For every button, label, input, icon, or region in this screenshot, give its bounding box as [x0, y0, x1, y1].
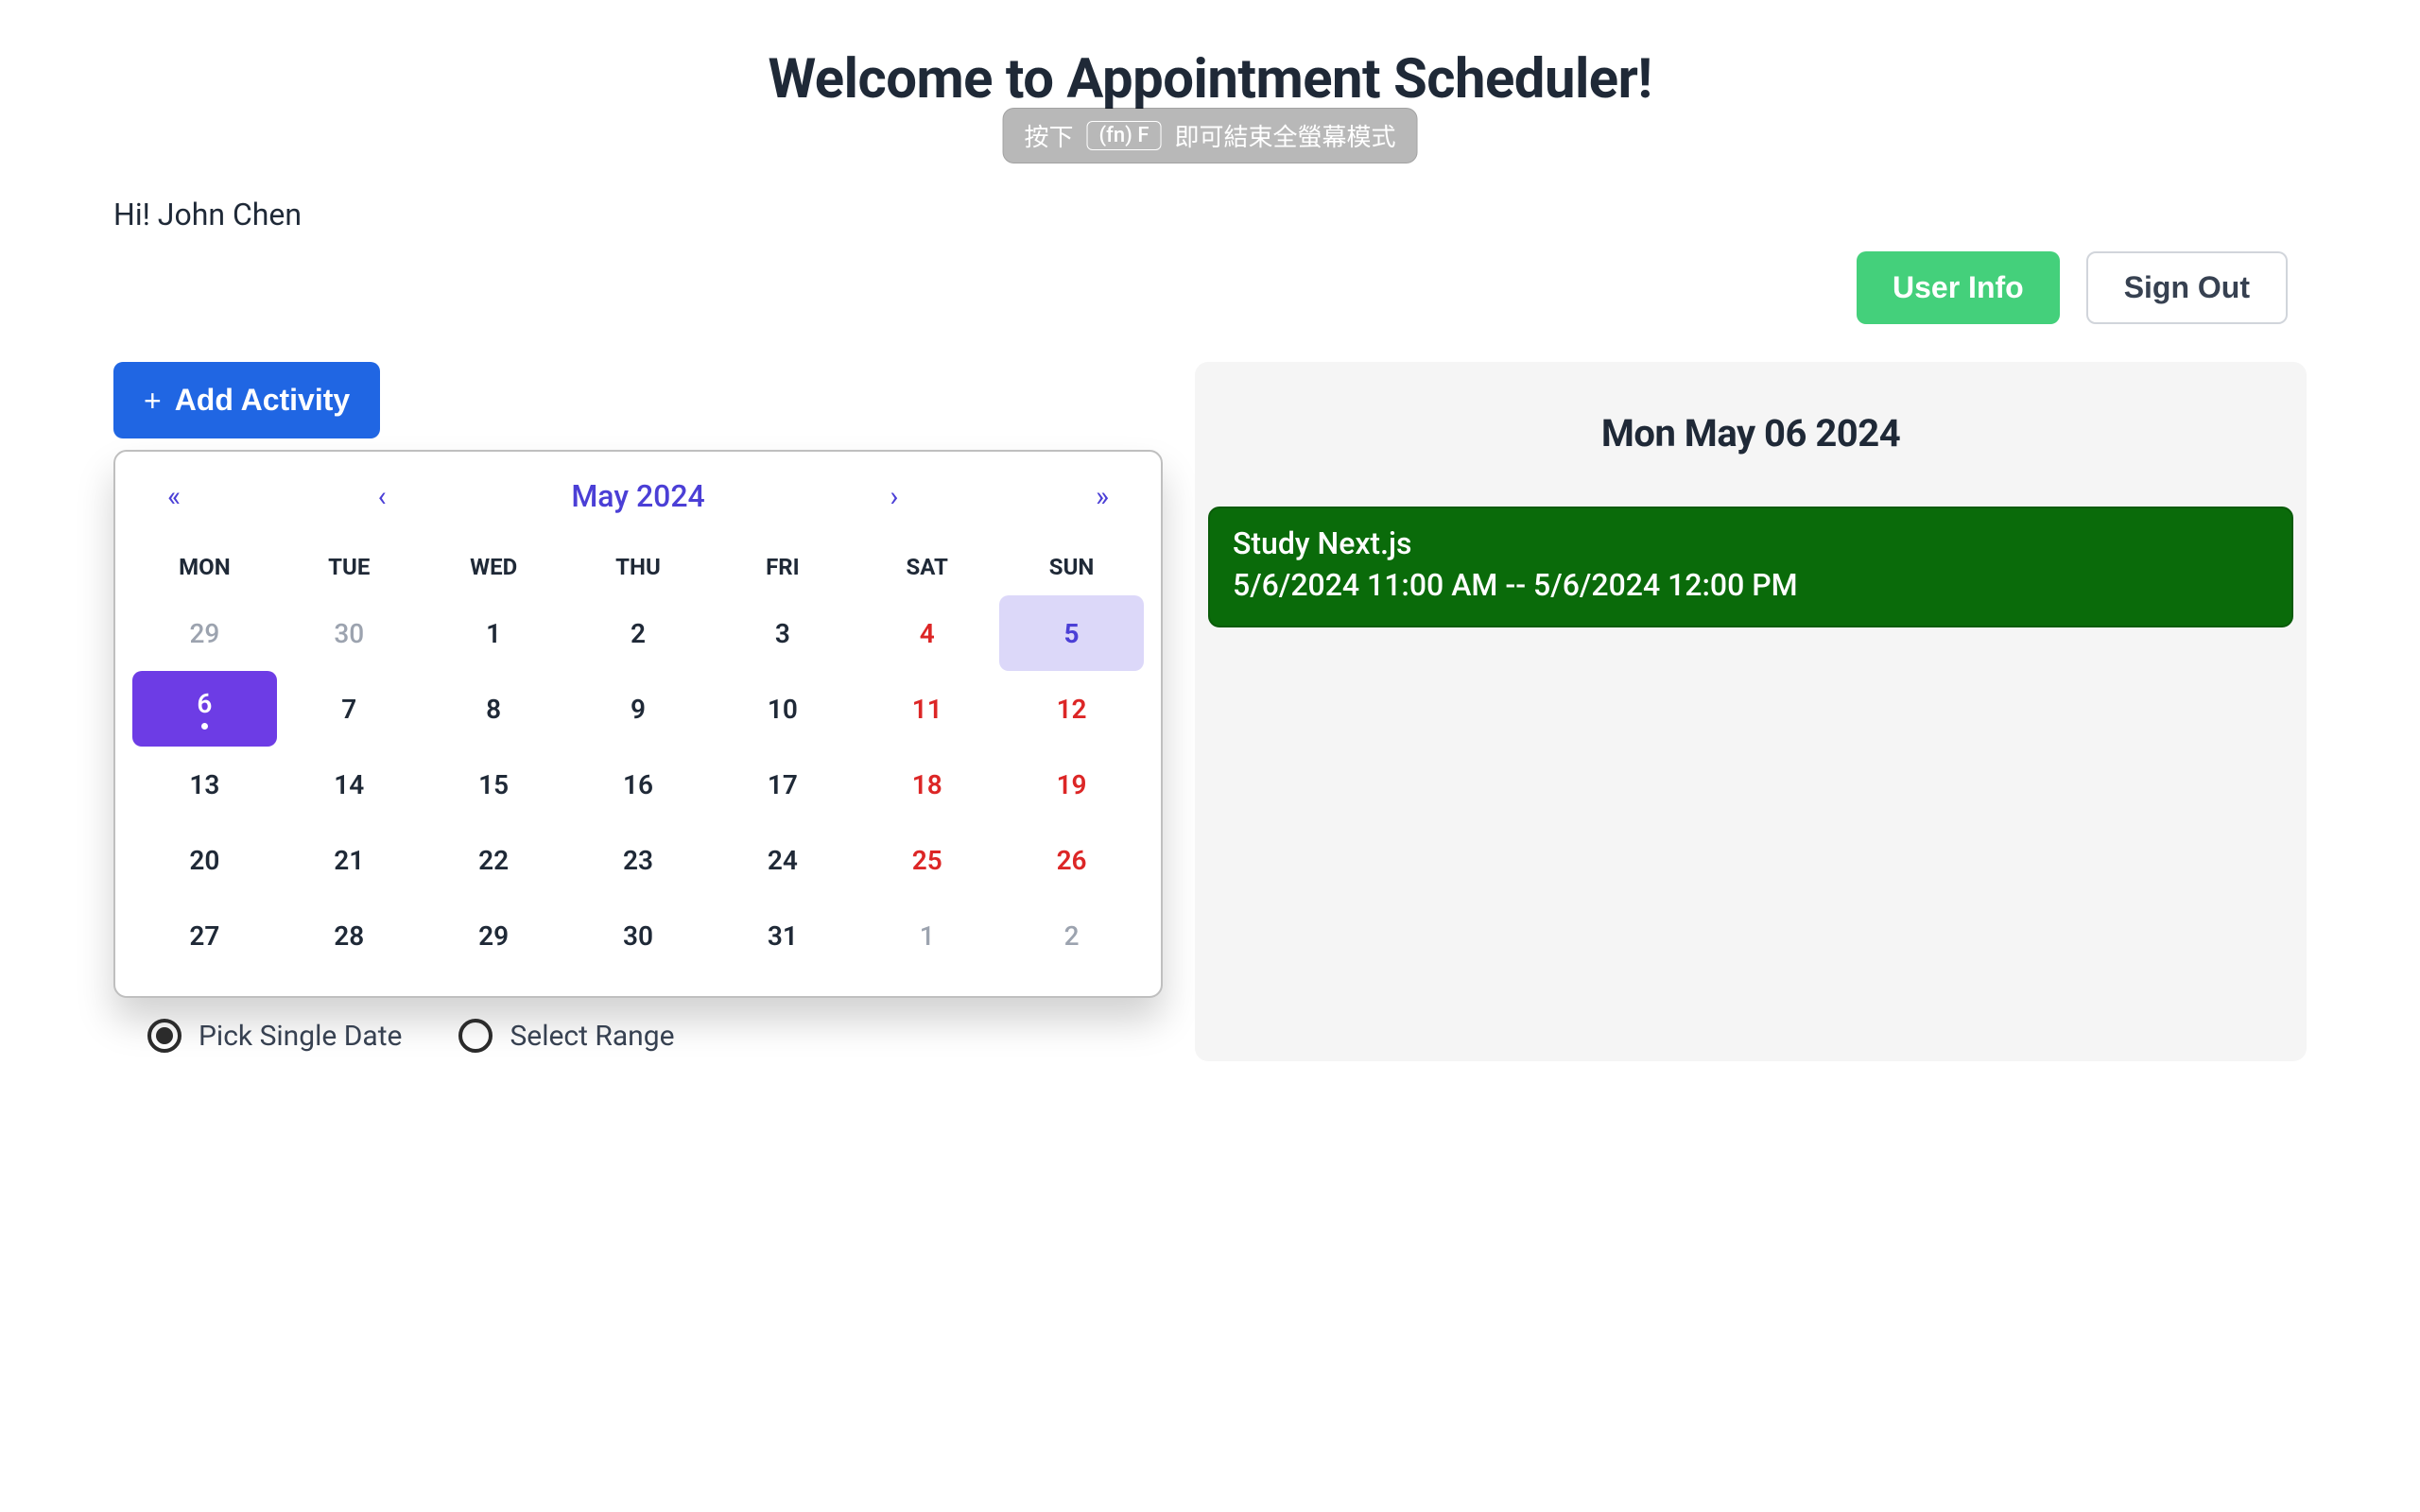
day-grid: 2930123456789101112131415161718192021222… — [132, 595, 1144, 973]
day-cell[interactable]: 23 — [566, 822, 711, 898]
day-cell[interactable]: 15 — [422, 747, 566, 822]
overlay-key: (fn) F — [1087, 121, 1162, 150]
greeting-text: Hi! John Chen — [113, 197, 2307, 232]
weekday-label: WED — [422, 554, 566, 580]
page-title: Welcome to Appointment Scheduler! — [113, 47, 2307, 112]
weekday-label: THU — [566, 554, 711, 580]
day-cell[interactable]: 25 — [855, 822, 999, 898]
day-cell[interactable]: 3 — [710, 595, 855, 671]
day-cell[interactable]: 28 — [277, 898, 422, 973]
event-title: Study Next.js — [1233, 525, 2269, 561]
day-cell[interactable]: 21 — [277, 822, 422, 898]
weekday-label: FRI — [710, 554, 855, 580]
weekday-label: SUN — [999, 554, 1144, 580]
sign-out-button[interactable]: Sign Out — [2086, 251, 2288, 324]
day-cell[interactable]: 22 — [422, 822, 566, 898]
date-mode-group: Pick Single Date Select Range — [113, 1019, 1172, 1053]
user-info-button[interactable]: User Info — [1857, 251, 2060, 324]
fullscreen-hint-overlay: 按下 (fn) F 即可結束全螢幕模式 — [1003, 108, 1418, 163]
weekday-label: SAT — [855, 554, 999, 580]
prev-year-button[interactable]: « — [155, 480, 193, 513]
day-cell[interactable]: 4 — [855, 595, 999, 671]
day-cell[interactable]: 19 — [999, 747, 1144, 822]
event-card[interactable]: Study Next.js 5/6/2024 11:00 AM -- 5/6/20… — [1208, 507, 2293, 627]
day-cell[interactable]: 24 — [710, 822, 855, 898]
day-cell[interactable]: 26 — [999, 822, 1144, 898]
day-cell[interactable]: 20 — [132, 822, 277, 898]
day-cell[interactable]: 27 — [132, 898, 277, 973]
day-cell[interactable]: 18 — [855, 747, 999, 822]
day-cell[interactable]: 1 — [422, 595, 566, 671]
radio-range-label: Select Range — [510, 1020, 674, 1053]
weekday-label: MON — [132, 554, 277, 580]
add-activity-label: Add Activity — [175, 383, 351, 418]
next-month-button[interactable]: › — [875, 480, 913, 513]
day-cell[interactable]: 2 — [999, 898, 1144, 973]
next-year-button[interactable]: » — [1083, 480, 1121, 513]
day-cell[interactable]: 30 — [277, 595, 422, 671]
day-cell[interactable]: 11 — [855, 671, 999, 747]
event-dot-icon — [201, 723, 208, 730]
prev-month-button[interactable]: ‹ — [363, 480, 401, 513]
weekday-row: MONTUEWEDTHUFRISATSUN — [132, 554, 1144, 580]
overlay-prefix: 按下 — [1025, 118, 1074, 153]
day-cell[interactable]: 7 — [277, 671, 422, 747]
radio-checked-icon — [147, 1019, 182, 1053]
radio-unchecked-icon — [458, 1019, 493, 1053]
day-cell[interactable]: 13 — [132, 747, 277, 822]
event-time: 5/6/2024 11:00 AM -- 5/6/2024 12:00 PM — [1233, 567, 2269, 603]
day-cell[interactable]: 12 — [999, 671, 1144, 747]
overlay-suffix: 即可結束全螢幕模式 — [1174, 118, 1395, 153]
weekday-label: TUE — [277, 554, 422, 580]
panel-date-heading: Mon May 06 2024 — [1208, 411, 2293, 455]
day-cell[interactable]: 9 — [566, 671, 711, 747]
day-cell[interactable]: 8 — [422, 671, 566, 747]
day-panel: Mon May 06 2024 Study Next.js 5/6/2024 11… — [1195, 362, 2307, 1061]
day-cell[interactable]: 2 — [566, 595, 711, 671]
header-actions: User Info Sign Out — [113, 251, 2288, 324]
day-cell[interactable]: 29 — [132, 595, 277, 671]
plus-icon: + — [144, 386, 162, 416]
radio-single-label: Pick Single Date — [199, 1020, 402, 1053]
day-cell[interactable]: 14 — [277, 747, 422, 822]
day-cell[interactable]: 5 — [999, 595, 1144, 671]
day-cell[interactable]: 1 — [855, 898, 999, 973]
day-cell[interactable]: 10 — [710, 671, 855, 747]
calendar-month-label[interactable]: May 2024 — [571, 478, 704, 514]
day-cell[interactable]: 30 — [566, 898, 711, 973]
day-cell[interactable]: 29 — [422, 898, 566, 973]
radio-single-date[interactable]: Pick Single Date — [147, 1019, 402, 1053]
day-cell[interactable]: 31 — [710, 898, 855, 973]
add-activity-button[interactable]: + Add Activity — [113, 362, 380, 438]
day-cell[interactable]: 17 — [710, 747, 855, 822]
day-cell[interactable]: 6 — [132, 671, 277, 747]
radio-select-range[interactable]: Select Range — [458, 1019, 674, 1053]
calendar: « ‹ May 2024 › » MONTUEWEDTHUFRISATSUN 2… — [113, 450, 1163, 998]
day-cell[interactable]: 16 — [566, 747, 711, 822]
